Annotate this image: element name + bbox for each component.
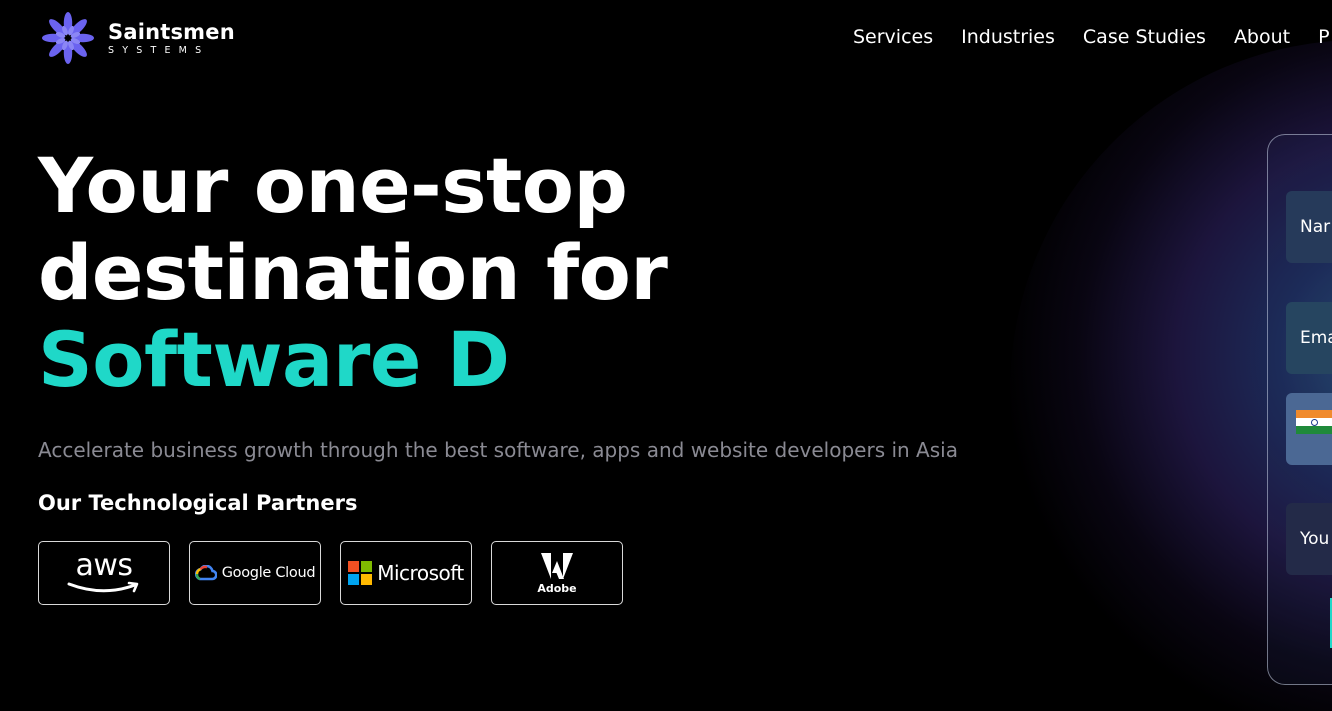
adobe-label: Adobe: [537, 581, 577, 595]
hero-title-accent: Software D: [38, 315, 510, 404]
email-placeholder: Ema: [1300, 328, 1332, 348]
hero-title-line1: Your one-stop: [38, 141, 628, 230]
aws-logo: aws: [67, 551, 141, 595]
nav-item-services[interactable]: Services: [853, 25, 933, 49]
partner-aws: aws: [38, 541, 170, 605]
partner-google-cloud: Google Cloud: [189, 541, 321, 605]
nav-item-case-studies[interactable]: Case Studies: [1083, 25, 1206, 49]
aws-label: aws: [75, 548, 133, 583]
hero-subtitle: Accelerate business growth through the b…: [38, 438, 958, 462]
partner-adobe: Adobe: [491, 541, 623, 605]
page: Saintsmen SYSTEMS Services Industries Ca…: [0, 0, 1332, 711]
message-placeholder: You: [1300, 529, 1330, 549]
google-cloud-label: Google Cloud: [221, 565, 316, 581]
adobe-icon: [541, 552, 573, 579]
brand-logo[interactable]: Saintsmen SYSTEMS: [40, 10, 235, 66]
adobe-logo: Adobe: [537, 552, 577, 595]
logo-subtitle: SYSTEMS: [108, 44, 210, 56]
partners-row: aws Google Cloud Microsoft Adobe: [38, 541, 623, 605]
nav-item-about[interactable]: About: [1234, 25, 1290, 49]
main-nav: Services Industries Case Studies About P: [853, 25, 1330, 49]
microsoft-icon: [348, 561, 373, 585]
partners-heading: Our Technological Partners: [38, 491, 358, 515]
nav-item-industries[interactable]: Industries: [961, 25, 1055, 49]
message-field[interactable]: You: [1286, 503, 1332, 575]
flower-logo-icon: [42, 12, 94, 64]
partner-microsoft: Microsoft: [340, 541, 472, 605]
nav-item-truncated[interactable]: P: [1318, 25, 1329, 49]
microsoft-label: Microsoft: [377, 561, 464, 585]
aws-smile-icon: [67, 581, 139, 593]
hero-title: Your one-stop destination for Software D: [38, 141, 668, 404]
india-flag-icon[interactable]: [1296, 410, 1332, 434]
logo-name: Saintsmen: [108, 19, 235, 44]
google-cloud-icon: [194, 565, 217, 581]
phone-field[interactable]: [1286, 393, 1332, 465]
email-field[interactable]: Ema: [1286, 302, 1332, 374]
logo-text: Saintsmen SYSTEMS: [108, 20, 235, 57]
hero-title-line2: destination for: [38, 228, 668, 317]
name-field[interactable]: Nar: [1286, 191, 1332, 263]
name-placeholder: Nar: [1300, 217, 1331, 237]
